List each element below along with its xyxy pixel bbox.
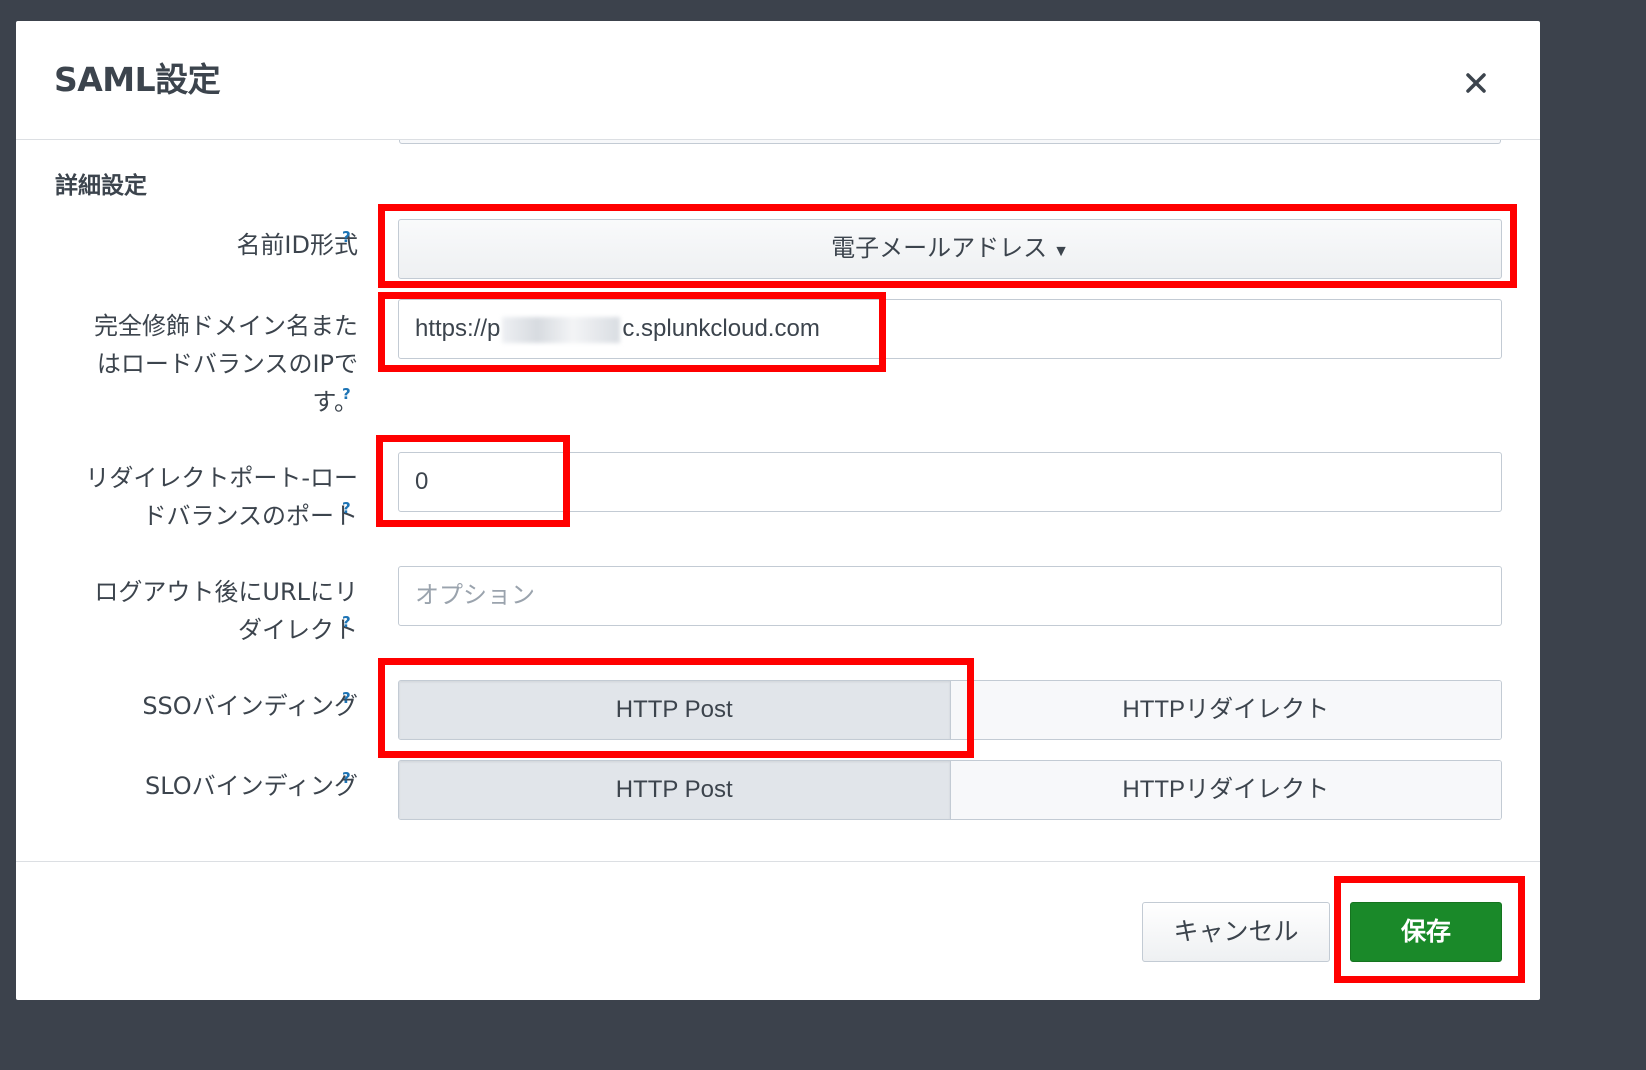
saml-settings-dialog: SAML設定 詳細設定 名前ID形式 ? 電子メールアドレス ▼ 完全修飾ドメイン…	[16, 21, 1540, 1000]
dialog-header: SAML設定	[16, 21, 1540, 140]
fqdn-value-prefix: https://p	[415, 315, 501, 342]
footer-divider	[16, 861, 1540, 862]
sso-binding-help-icon[interactable]: ?	[342, 689, 351, 707]
slo-binding-http-post[interactable]: HTTP Post	[399, 761, 950, 819]
name-id-format-value: 電子メールアドレス	[831, 235, 1048, 262]
name-id-format-help-icon[interactable]: ?	[342, 228, 351, 246]
caret-down-icon: ▼	[1053, 243, 1069, 260]
redirect-port-help-icon[interactable]: ?	[342, 499, 351, 517]
slo-binding-toggle: HTTP Post HTTPリダイレクト	[398, 760, 1502, 820]
sso-binding-label: SSOバインディング	[142, 692, 358, 720]
redirect-port-input[interactable]: 0	[398, 452, 1502, 512]
close-icon	[1466, 73, 1486, 93]
redirect-port-label: リダイレクトポート-ロー ドバランスのポート	[85, 464, 358, 530]
section-heading: 詳細設定	[55, 173, 147, 199]
cancel-button[interactable]: キャンセル	[1142, 902, 1330, 962]
sso-binding-toggle: HTTP Post HTTPリダイレクト	[398, 680, 1502, 740]
logout-redirect-input[interactable]: オプション	[398, 566, 1502, 626]
previous-field-edge	[399, 140, 1501, 144]
sso-binding-http-post[interactable]: HTTP Post	[399, 681, 950, 739]
save-button[interactable]: 保存	[1350, 902, 1502, 962]
slo-binding-help-icon[interactable]: ?	[342, 769, 351, 787]
name-id-format-label: 名前ID形式	[236, 231, 358, 259]
sso-binding-http-redirect[interactable]: HTTPリダイレクト	[949, 681, 1501, 739]
dialog-title: SAML設定	[54, 60, 221, 99]
fqdn-input[interactable]: https://p c.splunkcloud.com	[398, 299, 1502, 359]
redacted-text	[502, 316, 621, 343]
fqdn-label: 完全修飾ドメイン名また はロードバランスのIPで す。	[94, 312, 358, 416]
logout-redirect-help-icon[interactable]: ?	[342, 613, 351, 631]
fqdn-value-suffix: c.splunkcloud.com	[622, 315, 820, 342]
close-button[interactable]	[1458, 65, 1494, 101]
logout-redirect-label: ログアウト後にURLにリ ダイレクト	[94, 578, 358, 644]
slo-binding-http-redirect[interactable]: HTTPリダイレクト	[949, 761, 1501, 819]
name-id-format-dropdown[interactable]: 電子メールアドレス ▼	[398, 219, 1502, 279]
fqdn-help-icon[interactable]: ?	[342, 385, 351, 403]
slo-binding-label: SLOバインディング	[145, 772, 358, 800]
